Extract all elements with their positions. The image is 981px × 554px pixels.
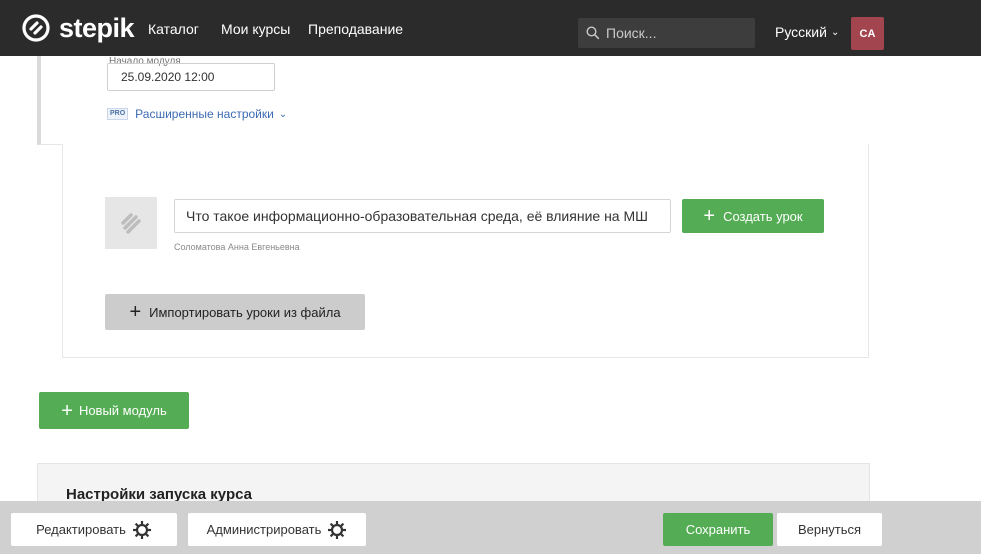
language-selector[interactable]: Русский ⌄	[775, 24, 839, 40]
lessons-section: Что такое информационно-образовательная …	[62, 144, 869, 358]
search-icon	[586, 26, 600, 40]
edit-button[interactable]: Редактировать	[11, 513, 177, 546]
new-module-label: Новый модуль	[78, 403, 167, 418]
logo-text: stepik	[59, 13, 135, 43]
gear-icon	[328, 520, 347, 539]
nav-link-my-courses[interactable]: Мои курсы	[221, 21, 290, 37]
stepik-logo[interactable]: stepik	[22, 13, 135, 43]
edit-label: Редактировать	[36, 522, 126, 537]
top-navbar: stepik Каталог Мои курсы Преподавание По…	[0, 0, 981, 56]
back-button[interactable]: Вернуться	[777, 513, 882, 546]
bottom-toolbar: Редактировать Администрировать Сохранить…	[0, 501, 981, 554]
pro-badge: PRO	[107, 108, 129, 120]
plus-icon: +	[129, 301, 142, 323]
language-label: Русский	[775, 24, 827, 40]
advanced-settings-link[interactable]: Расширенные настройки	[135, 107, 274, 121]
advanced-settings-toggle[interactable]: PRO Расширенные настройки ⌄	[107, 107, 287, 121]
admin-button[interactable]: Администрировать	[188, 513, 366, 546]
stepik-logo-icon	[22, 14, 50, 42]
import-lessons-button[interactable]: + Импортировать уроки из файла	[105, 294, 365, 330]
stepik-placeholder-icon	[121, 213, 141, 234]
lesson-title-input[interactable]: Что такое информационно-образовательная …	[174, 199, 671, 233]
chevron-down-icon: ⌄	[830, 26, 840, 38]
search-placeholder: Поиск...	[606, 25, 657, 41]
user-avatar[interactable]: CA	[851, 17, 884, 50]
search-input[interactable]: Поиск...	[578, 18, 755, 48]
save-button[interactable]: Сохранить	[663, 513, 773, 546]
nav-link-teaching[interactable]: Преподавание	[308, 21, 403, 37]
lesson-cover-placeholder	[105, 197, 157, 249]
chevron-down-icon: ⌄	[278, 108, 288, 120]
admin-label: Администрировать	[206, 522, 322, 537]
module-start-date-input[interactable]: 25.09.2020 12:00	[107, 63, 275, 91]
plus-icon: +	[61, 399, 73, 422]
lesson-author: Соломатова Анна Евгеньевна	[174, 242, 300, 252]
new-module-button[interactable]: + Новый модуль	[39, 392, 189, 429]
create-lesson-label: Создать урок	[723, 208, 803, 224]
plus-icon: +	[703, 205, 716, 227]
create-lesson-button[interactable]: + Создать урок	[682, 199, 824, 233]
nav-link-catalog[interactable]: Каталог	[148, 21, 199, 37]
gear-icon	[132, 520, 151, 539]
import-lessons-label: Импортировать уроки из файла	[149, 304, 341, 320]
